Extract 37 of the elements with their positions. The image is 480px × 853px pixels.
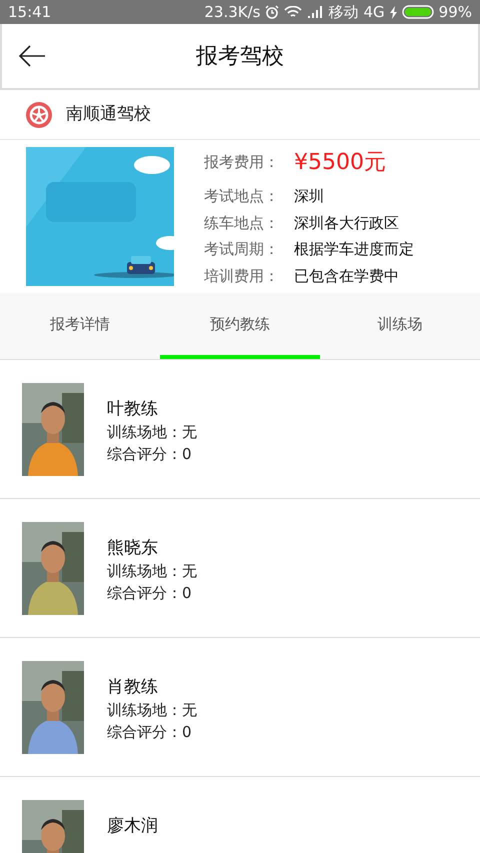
- wifi-icon: [284, 6, 302, 18]
- status-time: 15:41: [8, 2, 52, 23]
- signal-icon: [307, 6, 324, 18]
- coach-name: 廖木润: [107, 815, 158, 838]
- detail-label: 考试地点：: [204, 186, 280, 207]
- coach-name: 叶教练: [107, 398, 159, 421]
- fee-value: ¥5500元: [294, 149, 386, 177]
- coach-name: 肖教练: [107, 676, 159, 699]
- detail-label: 培训费用：: [204, 266, 280, 286]
- detail-label: 考试周期：: [204, 239, 280, 260]
- coach-rating: 综合评分：0: [107, 583, 193, 604]
- fee-label: 报考费用：: [204, 152, 280, 174]
- wheel-icon: [26, 102, 52, 128]
- back-arrow-icon: [18, 45, 46, 67]
- coach-venue: 训练场地：无: [107, 422, 197, 443]
- tab[interactable]: 训练场: [320, 293, 480, 359]
- detail-label: 练车地点：: [204, 212, 280, 234]
- carrier-label: 移动: [328, 2, 358, 23]
- detail-value: 已包含在学费中: [294, 266, 399, 286]
- coach-rating: 综合评分：0: [107, 722, 193, 743]
- coach-venue: 训练场地：无: [107, 561, 197, 582]
- alarm-icon: [265, 5, 280, 19]
- tab[interactable]: 预约教练: [160, 293, 320, 359]
- charging-icon: [390, 6, 397, 18]
- battery-percent: 99%: [438, 2, 472, 23]
- detail-value: 深圳各大行政区: [294, 212, 399, 234]
- detail-value: 根据学车进度而定: [294, 239, 414, 260]
- tab[interactable]: 报考详情: [0, 293, 160, 359]
- school-name: 南顺通驾校: [66, 102, 151, 126]
- detail-value: 深圳: [294, 186, 324, 207]
- page-title: 报考驾校: [196, 44, 284, 68]
- coach-rating: 综合评分：0: [107, 444, 193, 465]
- battery-icon: [402, 5, 434, 19]
- coach-venue: 训练场地：无: [107, 700, 197, 721]
- coach-name: 熊晓东: [107, 537, 159, 560]
- network-type: 4G: [363, 2, 385, 23]
- network-speed: 23.3K/s: [204, 2, 260, 23]
